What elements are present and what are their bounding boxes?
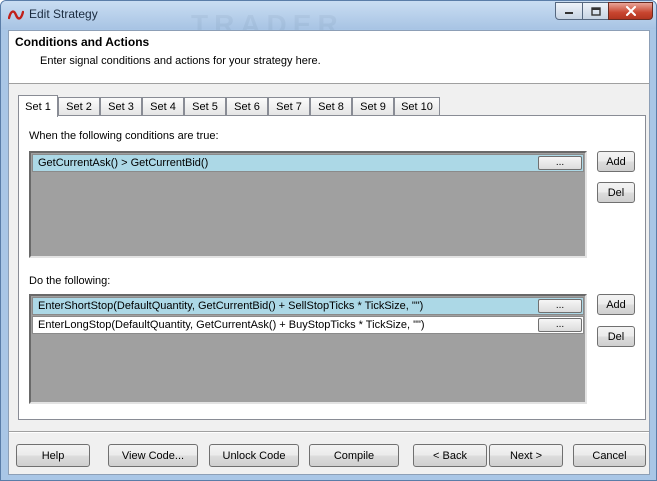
conditions-list[interactable]: GetCurrentAsk() > GetCurrentBid() ... [29,151,587,258]
condition-text: GetCurrentAsk() > GetCurrentBid() [38,157,209,169]
tab-set-5[interactable]: Set 5 [184,97,226,116]
action-row[interactable]: EnterShortStop(DefaultQuantity, GetCurre… [32,297,584,315]
tab-set-2[interactable]: Set 2 [58,97,100,116]
tab-set-8[interactable]: Set 8 [310,97,352,116]
tab-set-1[interactable]: Set 1 [18,95,58,117]
maximize-icon [590,6,601,16]
minimize-icon [565,12,573,14]
next-button[interactable]: Next > [489,444,563,467]
header-title: Conditions and Actions [15,35,150,49]
footer-separator-highlight [9,432,649,433]
view-code-button[interactable]: View Code... [108,444,198,467]
action-row[interactable]: EnterLongStop(DefaultQuantity, GetCurren… [32,316,584,334]
back-button[interactable]: < Back [413,444,487,467]
edit-action-button[interactable]: ... [538,299,582,313]
tab-set-6[interactable]: Set 6 [226,97,268,116]
tab-set-7[interactable]: Set 7 [268,97,310,116]
edit-condition-button[interactable]: ... [538,156,582,170]
window-title: Edit Strategy [29,7,98,21]
delete-condition-button[interactable]: Del [597,182,635,203]
action-text: EnterLongStop(DefaultQuantity, GetCurren… [38,319,425,331]
actions-label: Do the following: [29,275,111,287]
tab-set-10[interactable]: Set 10 [394,97,440,116]
tab-panel-set-1: When the following conditions are true: … [18,115,646,420]
maximize-button[interactable] [582,2,609,20]
close-button[interactable] [608,2,653,20]
minimize-button[interactable] [555,2,583,20]
tab-set-3[interactable]: Set 3 [100,97,142,116]
edit-strategy-window: Edit Strategy TRADER Conditions and Acti… [0,0,657,481]
title-bar[interactable]: Edit Strategy TRADER [1,1,656,40]
condition-row[interactable]: GetCurrentAsk() > GetCurrentBid() ... [32,154,584,172]
add-condition-button[interactable]: Add [597,151,635,172]
add-action-button[interactable]: Add [597,294,635,315]
help-button[interactable]: Help [16,444,90,467]
tab-set-9[interactable]: Set 9 [352,97,394,116]
wizard-header: Conditions and Actions Enter signal cond… [9,31,649,84]
action-text: EnterShortStop(DefaultQuantity, GetCurre… [38,300,424,312]
actions-list[interactable]: EnterShortStop(DefaultQuantity, GetCurre… [29,294,587,404]
cancel-button[interactable]: Cancel [573,444,646,467]
edit-action-button[interactable]: ... [538,318,582,332]
conditions-label: When the following conditions are true: [29,130,219,142]
header-subtitle: Enter signal conditions and actions for … [40,55,321,67]
unlock-code-button[interactable]: Unlock Code [209,444,299,467]
app-logo-icon [8,10,24,20]
delete-action-button[interactable]: Del [597,326,635,347]
compile-button[interactable]: Compile [309,444,399,467]
dialog-client-area: Conditions and Actions Enter signal cond… [8,30,650,475]
close-icon [625,6,636,16]
tab-set-4[interactable]: Set 4 [142,97,184,116]
